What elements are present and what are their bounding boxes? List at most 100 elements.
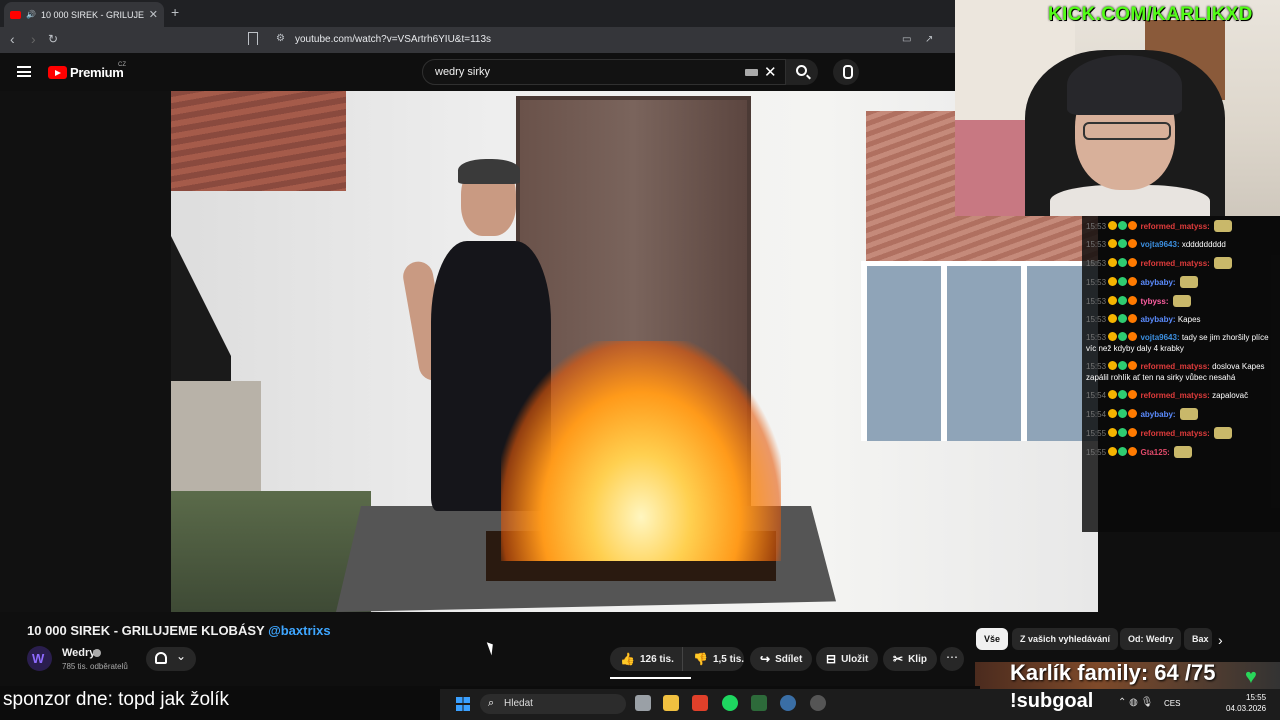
- close-tab-icon[interactable]: ✕: [149, 8, 158, 21]
- thumbs-down-icon: 👎: [693, 652, 708, 666]
- scene-fire: [501, 341, 781, 561]
- share-page-icon[interactable]: ↗: [925, 34, 933, 45]
- browser-tab[interactable]: 🔊 10 000 SIREK - GRILUJEME KL ✕: [4, 2, 164, 27]
- clock-date: 04.03.2026: [1226, 704, 1267, 713]
- chat-username[interactable]: reformed_matyss:: [1138, 429, 1212, 438]
- chat-timestamp: 15:54: [1086, 410, 1109, 419]
- chat-timestamp: 15:53: [1086, 333, 1109, 342]
- dislike-button[interactable]: 👎 1,5 tis.: [682, 647, 744, 671]
- more-actions-icon[interactable]: ⋯: [940, 647, 964, 671]
- tab-title: 10 000 SIREK - GRILUJEME KL: [40, 9, 144, 20]
- app-icon[interactable]: [751, 695, 767, 711]
- chat-badge-icon: [1118, 239, 1128, 248]
- chat-username[interactable]: abybaby:: [1138, 315, 1178, 324]
- notifications-button[interactable]: ⌄: [146, 647, 196, 671]
- chat-username[interactable]: vojta9643:: [1138, 333, 1182, 342]
- chat-badge-icon: [1118, 296, 1128, 305]
- chat-badge-icon: [1128, 390, 1138, 399]
- search-button[interactable]: [786, 59, 818, 85]
- chip-from-channel[interactable]: Od: Wedry: [1120, 628, 1182, 650]
- video-tag-link[interactable]: @baxtrixs: [268, 623, 331, 638]
- chat-username[interactable]: reformed_matyss:: [1138, 222, 1212, 231]
- player-left-blur: [0, 91, 171, 612]
- clip-label: Klip: [908, 653, 927, 665]
- scissors-icon: ✂: [893, 652, 904, 666]
- chat-badge-icon: [1128, 221, 1138, 230]
- keyboard-icon[interactable]: [745, 69, 758, 76]
- chat-badge-icon: [1108, 428, 1118, 437]
- browser-tabbar: 🔊 10 000 SIREK - GRILUJEME KL ✕ +: [0, 0, 955, 27]
- forward-icon[interactable]: ›: [31, 31, 36, 47]
- taskbar-search-placeholder[interactable]: Hledat: [504, 698, 533, 709]
- chat-text: Kapes: [1177, 315, 1201, 324]
- chat-message: 15:53 vojta9643: tady se jim zhoršily pl…: [1086, 332, 1276, 354]
- person-hair: [458, 159, 520, 184]
- chat-emote-icon: [1214, 257, 1233, 269]
- chip-from-searches[interactable]: Z vašich vyhledávání: [1012, 628, 1119, 650]
- chat-emote-icon: [1214, 427, 1233, 439]
- save-button[interactable]: ⊟ Uložit: [816, 647, 879, 671]
- system-tray[interactable]: ⌃ ◍ 🎙: [1118, 697, 1153, 708]
- reload-icon[interactable]: ↻: [48, 32, 58, 46]
- share-button[interactable]: ↪ Sdílet: [750, 647, 813, 671]
- youtube-logo-icon[interactable]: [48, 66, 67, 79]
- chat-message: 15:53 reformed_matyss:: [1086, 220, 1276, 232]
- clear-search-icon[interactable]: ✕: [764, 63, 777, 81]
- spotify-icon[interactable]: [722, 695, 738, 711]
- youtube-header: Premium CZ wedry sirky ✕: [0, 53, 955, 91]
- chat-badge-icon: [1128, 447, 1138, 456]
- language-indicator[interactable]: CES: [1164, 699, 1180, 708]
- chip-all[interactable]: Vše: [976, 628, 1009, 650]
- chat-badge-icon: [1128, 277, 1138, 286]
- chevron-right-icon[interactable]: ›: [1218, 632, 1223, 648]
- chip-bax[interactable]: Bax: [1184, 628, 1212, 650]
- chat-badge-icon: [1128, 332, 1138, 341]
- chat-timestamp: 15:53: [1086, 278, 1109, 287]
- site-info-icon[interactable]: ⚙: [276, 33, 285, 44]
- taskbar-search-input[interactable]: [480, 694, 626, 714]
- channel-name[interactable]: Wedry: [62, 647, 95, 659]
- clip-button[interactable]: ✂ Klip: [883, 647, 937, 671]
- chat-username[interactable]: reformed_matyss:: [1138, 391, 1212, 400]
- obs-icon[interactable]: [810, 695, 826, 711]
- cast-icon[interactable]: ▭: [902, 34, 911, 45]
- webcam-overlay: KICK.COM/KARLIKXD: [955, 0, 1280, 216]
- chat-username[interactable]: abybaby:: [1138, 278, 1178, 287]
- search-input[interactable]: wedry sirky ✕: [422, 59, 786, 85]
- task-view-icon[interactable]: [635, 695, 651, 711]
- share-label: Sdílet: [775, 653, 803, 665]
- menu-icon[interactable]: [17, 66, 31, 77]
- brave-browser-icon[interactable]: [692, 695, 708, 711]
- like-button[interactable]: 👍 126 tis.: [610, 647, 682, 671]
- video-title: 10 000 SIREK - GRILUJEME KLOBÁSY @baxtri…: [27, 623, 331, 638]
- cam-glasses: [1083, 122, 1171, 140]
- bookmark-icon[interactable]: [248, 32, 258, 45]
- save-icon: ⊟: [826, 652, 837, 666]
- file-explorer-icon[interactable]: [663, 695, 679, 711]
- clock[interactable]: 15:55 04.03.2026: [1226, 692, 1266, 714]
- new-tab-button[interactable]: +: [171, 4, 179, 20]
- chat-username[interactable]: tybyss:: [1138, 297, 1170, 306]
- chat-username[interactable]: vojta9643:: [1138, 240, 1182, 249]
- windows-start-icon[interactable]: [456, 697, 470, 711]
- chat-username[interactable]: reformed_matyss:: [1138, 362, 1212, 371]
- premium-logo-text[interactable]: Premium: [70, 65, 124, 80]
- back-icon[interactable]: ‹: [10, 31, 15, 47]
- chat-badge-icon: [1128, 409, 1138, 418]
- chat-timestamp: 15:53: [1086, 297, 1109, 306]
- chat-message: 15:53 reformed_matyss:: [1086, 257, 1276, 269]
- subgoal-counter: Karlík family: 64 /75: [1010, 660, 1216, 685]
- voice-search-icon[interactable]: [833, 59, 859, 85]
- chat-username[interactable]: Gta125:: [1138, 448, 1172, 457]
- app2-icon[interactable]: [780, 695, 796, 711]
- channel-avatar[interactable]: [27, 646, 52, 671]
- url-field[interactable]: youtube.com/watch?v=VSArtrh6YIU&t=113s: [295, 34, 491, 45]
- chat-badge-icon: [1128, 258, 1138, 267]
- chat-username[interactable]: abybaby:: [1138, 410, 1178, 419]
- search-query[interactable]: wedry sirky: [435, 66, 490, 78]
- speaker-icon[interactable]: 🔊: [26, 10, 36, 19]
- chat-text: zapalovač: [1212, 391, 1249, 400]
- chat-text: xddddddddd: [1181, 240, 1226, 249]
- chat-username[interactable]: reformed_matyss:: [1138, 259, 1212, 268]
- video-title-text: 10 000 SIREK - GRILUJEME KLOBÁSY: [27, 623, 265, 638]
